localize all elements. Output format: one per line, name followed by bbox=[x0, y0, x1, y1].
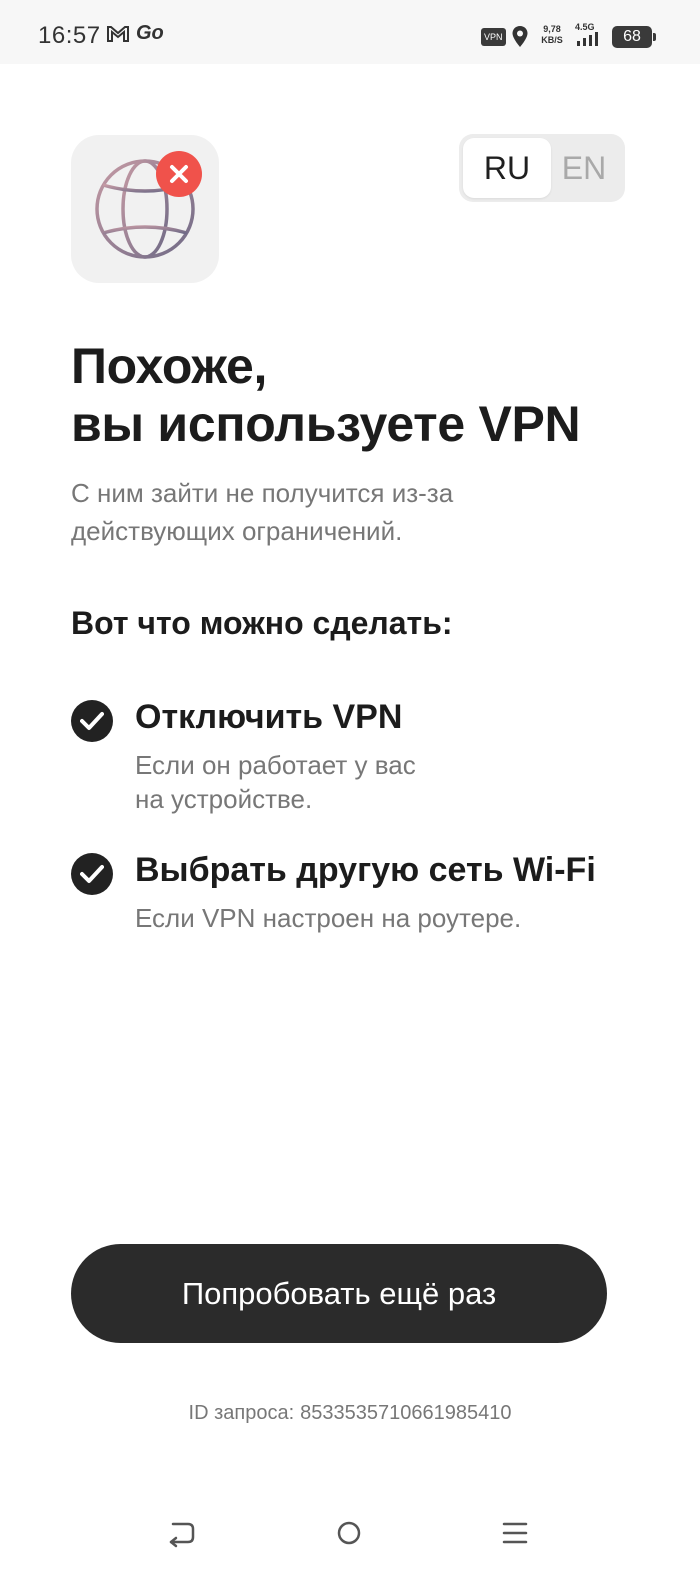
retry-button[interactable]: Попробовать ещё раз bbox=[71, 1244, 607, 1343]
location-icon bbox=[512, 26, 528, 47]
back-icon[interactable] bbox=[166, 1518, 196, 1548]
check-badge bbox=[71, 853, 113, 895]
status-bar: 16:57 Go VPN 9,78 KB/S 4.5G 68 bbox=[0, 0, 700, 64]
signal-bars-icon bbox=[577, 32, 598, 46]
request-id-value: 8533535710661985410 bbox=[300, 1402, 512, 1424]
lang-option-ru[interactable]: RU bbox=[463, 138, 551, 198]
check-badge bbox=[71, 700, 113, 742]
suggestion-description: Если он работает у вас на устройстве. bbox=[135, 748, 515, 816]
network-type: 4.5G bbox=[575, 22, 595, 32]
battery-indicator: 68 bbox=[612, 26, 656, 48]
page-title: Похоже, вы используете VPN bbox=[71, 337, 671, 453]
menu-icon[interactable] bbox=[500, 1518, 530, 1548]
request-id: ID запроса: 8533535710661985410 bbox=[0, 1402, 700, 1425]
check-icon bbox=[80, 865, 104, 883]
request-id-label: ID запроса: bbox=[188, 1402, 295, 1424]
go-app-icon: Go bbox=[136, 22, 164, 44]
error-badge bbox=[156, 151, 202, 197]
page-subtitle: С ним зайти не получится из-за действующ… bbox=[71, 474, 631, 550]
suggestion-desc-line: Если VPN настроен на роутере. bbox=[135, 903, 522, 933]
check-icon bbox=[80, 712, 104, 730]
suggestion-title: Отключить VPN bbox=[135, 698, 403, 736]
home-icon[interactable] bbox=[334, 1518, 364, 1548]
close-icon bbox=[170, 165, 188, 183]
lang-option-en[interactable]: EN bbox=[547, 138, 621, 198]
subtitle-line-1: С ним зайти не получится из-за bbox=[71, 478, 454, 508]
speed-value: 9,78 bbox=[543, 24, 561, 34]
status-time: 16:57 bbox=[38, 22, 101, 49]
vpn-status-badge: VPN bbox=[481, 28, 506, 46]
suggestion-description: Если VPN настроен на роутере. bbox=[135, 901, 635, 935]
suggestion-desc-line: на устройстве. bbox=[135, 784, 313, 814]
section-heading: Вот что можно сделать: bbox=[71, 605, 453, 641]
gmail-icon bbox=[107, 26, 129, 42]
title-line-1: Похоже, bbox=[71, 338, 268, 394]
language-toggle: RU EN bbox=[459, 134, 625, 202]
suggestion-title: Выбрать другую сеть Wi-Fi bbox=[135, 851, 596, 889]
network-speed: 9,78 KB/S bbox=[537, 24, 567, 46]
title-line-2: вы используете VPN bbox=[71, 396, 581, 452]
cellular-signal: 4.5G bbox=[575, 22, 605, 51]
vpn-blocked-screen: 16:57 Go VPN 9,78 KB/S 4.5G 68 RU EN Пох… bbox=[0, 0, 700, 1579]
speed-unit: KB/S bbox=[541, 35, 563, 45]
suggestion-desc-line: Если он работает у вас bbox=[135, 750, 416, 780]
subtitle-line-2: действующих ограничений. bbox=[71, 516, 403, 546]
app-icon-card bbox=[71, 135, 219, 283]
